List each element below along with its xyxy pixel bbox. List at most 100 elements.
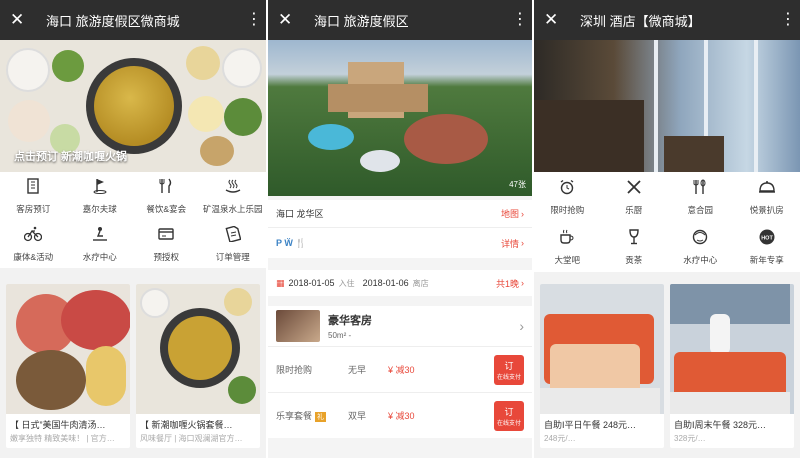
menu-item-label: 订单管理 — [215, 251, 250, 262]
product-list: 【 日式”美国牛肉清汤… 嫩享独特 精致美味！ | 官方… 【 新潮咖喱火锅套餐… — [0, 284, 266, 448]
menu-item-label: 水疗中心 — [82, 251, 117, 262]
noodle-plate-image — [186, 46, 220, 80]
gift-badge: 礼 — [315, 412, 327, 422]
menu-item-lobby-bar[interactable]: 大堂吧 — [534, 222, 601, 272]
close-icon[interactable]: ✕ — [10, 0, 32, 40]
title-bar: ✕ 海口 旅游度假区 ⋮ — [268, 0, 532, 40]
card-icon — [155, 226, 177, 246]
banner-caption: 点击预订 新潮咖喱火锅 — [14, 151, 128, 163]
photo-count: 47张 — [509, 180, 526, 189]
dining-icon — [155, 178, 177, 198]
hotel-aerial-photo[interactable]: 47张 — [268, 40, 532, 196]
curry-soup-image — [94, 66, 174, 146]
close-icon[interactable]: ✕ — [278, 0, 300, 40]
product-card[interactable]: 【 新潮咖喱火锅套餐… 风味餐厅 | 海口观澜湖官方… — [136, 284, 260, 448]
product-list: 自助I平日午餐 248元… 248元/… 自助I周末午餐 328元… 328元/… — [534, 284, 800, 448]
menu-item-room-booking[interactable]: 客房预订 — [0, 172, 67, 220]
menu-item-order-management[interactable]: 订单管理 — [200, 220, 267, 268]
menu-item-hot-spring[interactable]: 矿温泉水上乐园 — [200, 172, 267, 220]
promo-banner-hotpot[interactable]: 点击预订 新潮咖喱火锅 — [0, 40, 266, 172]
product-card[interactable]: 自助I平日午餐 248元… 248元/… — [540, 284, 664, 448]
book-button-label: 订 — [504, 360, 514, 371]
beef-soup-image — [6, 284, 130, 414]
menu-item-label: 悦景扒房 — [749, 204, 784, 215]
facility-icons: P Ẅ 🍴 — [276, 237, 307, 248]
rate-plan-row: 乐享套餐礼 双早 ¥ 减30 订 在线支付 — [268, 392, 532, 438]
address-text: 海口 龙华区 — [276, 209, 324, 219]
lounge-banner-photo[interactable] — [534, 40, 800, 172]
product-title: 【 日式”美国牛肉清汤… — [10, 420, 106, 430]
menu-item-pre-authorization[interactable]: 预授权 — [133, 220, 200, 268]
greens-plate-image — [52, 50, 84, 82]
cloche-icon — [756, 179, 778, 199]
room-thumbnail — [276, 310, 320, 342]
facilities-row[interactable]: P Ẅ 🍴 详情 › — [268, 228, 532, 258]
menu-item-label: 限时抢购 — [550, 204, 585, 215]
alarm-clock-icon — [556, 179, 578, 199]
coffee-cup-icon — [556, 229, 578, 249]
product-subtitle: 248元/… — [544, 434, 576, 443]
menu-item-flash-sale[interactable]: 限时抢购 — [534, 172, 601, 222]
title-bar: ✕ 深圳 酒店【微商城】 ⋮ — [534, 0, 800, 40]
menu-item-dining[interactable]: 餐饮&宴会 — [133, 172, 200, 220]
rate-plan-name: 限时抢购 — [276, 365, 313, 375]
golf-icon — [89, 178, 111, 198]
book-button-sublabel: 在线支付 — [496, 374, 521, 381]
bar-counter-image — [534, 100, 644, 172]
page-title: 深圳 酒店【微商城】 — [580, 13, 701, 29]
chevron-right-icon: › — [519, 318, 524, 334]
menu-item-restaurant[interactable]: 意合园 — [667, 172, 734, 222]
cutlery-icon — [689, 179, 711, 199]
hot-spring-icon — [222, 178, 244, 198]
menu-item-label: 意合园 — [687, 204, 713, 215]
seafood-buffet-image — [540, 284, 664, 414]
room-size: 50m² - — [328, 331, 352, 340]
details-link[interactable]: 详情 — [501, 237, 519, 250]
close-icon[interactable]: ✕ — [544, 0, 566, 40]
menu-item-golf[interactable]: 嘉尔夫球 — [67, 172, 134, 220]
room-name: 豪华客房 — [328, 315, 372, 327]
hotel-wing-image — [328, 84, 428, 112]
checkout-date: 2018-01-06 — [362, 278, 409, 288]
more-icon[interactable]: ⋮ — [246, 0, 262, 40]
window-frame-image — [654, 40, 658, 172]
curry-hotpot-image — [136, 284, 260, 414]
spa-icon — [89, 226, 111, 246]
phone-screen-hotel-detail: ✕ 海口 旅游度假区 ⋮ 47张 海口 龙华区 地图 › P Ẅ 🍴 详情 › … — [268, 0, 532, 458]
date-selector[interactable]: ▦ 2018-01-05 入住 2018-01-06 离店 共1晚 › — [268, 270, 532, 296]
rate-price: ¥ 减30 — [388, 411, 415, 421]
product-card[interactable]: 自助I周末午餐 328元… 328元/… — [670, 284, 794, 448]
checkin-date: 2018-01-05 — [288, 278, 335, 288]
service-menu-grid: 客房预订 嘉尔夫球 餐饮&宴会 矿温泉水上乐园 康体&活动 水疗中心 预授权 订… — [0, 172, 266, 268]
chevron-right-icon: › — [521, 238, 524, 248]
utensils-icon — [623, 179, 645, 199]
address-row[interactable]: 海口 龙华区 地图 › — [268, 200, 532, 228]
menu-item-grill[interactable]: 悦景扒房 — [734, 172, 800, 222]
page-title: 海口 旅游度假区微商城 — [46, 13, 180, 29]
more-icon[interactable]: ⋮ — [512, 0, 528, 40]
plate-image — [222, 48, 262, 88]
product-title: 【 新潮咖喱火锅套餐… — [140, 420, 233, 430]
menu-item-spa[interactable]: 水疗中心 — [67, 220, 134, 268]
menu-item-label: 贡茶 — [625, 254, 643, 265]
spinach-plate-image — [224, 98, 262, 136]
menu-item-label: 大堂吧 — [554, 254, 580, 265]
room-type-row[interactable]: 豪华客房 50m² - › — [268, 306, 532, 346]
product-title: 自助I周末午餐 328元… — [674, 420, 767, 430]
book-button[interactable]: 订 在线支付 — [494, 354, 524, 385]
menu-item-tea[interactable]: 贡茶 — [601, 222, 668, 272]
table-image — [664, 136, 724, 172]
pavilion-image — [360, 150, 400, 172]
more-icon[interactable]: ⋮ — [780, 0, 796, 40]
menu-item-new-year[interactable]: HOT 新年专享 — [734, 222, 800, 272]
product-card[interactable]: 【 日式”美国牛肉清汤… 嫩享独特 精致美味！ | 官方… — [6, 284, 130, 448]
menu-item-fitness[interactable]: 康体&活动 — [0, 220, 67, 268]
round-building-image — [404, 114, 488, 164]
book-button[interactable]: 订 在线支付 — [494, 400, 524, 431]
menu-item-spa-center[interactable]: 水疗中心 — [667, 222, 734, 272]
rate-plan-name-wrap: 乐享套餐礼 — [276, 409, 348, 422]
page-title: 海口 旅游度假区 — [314, 13, 409, 29]
map-link[interactable]: 地图 — [501, 207, 519, 220]
rate-plan-name: 乐享套餐 — [276, 411, 313, 421]
menu-item-kitchen[interactable]: 乐厨 — [601, 172, 668, 222]
